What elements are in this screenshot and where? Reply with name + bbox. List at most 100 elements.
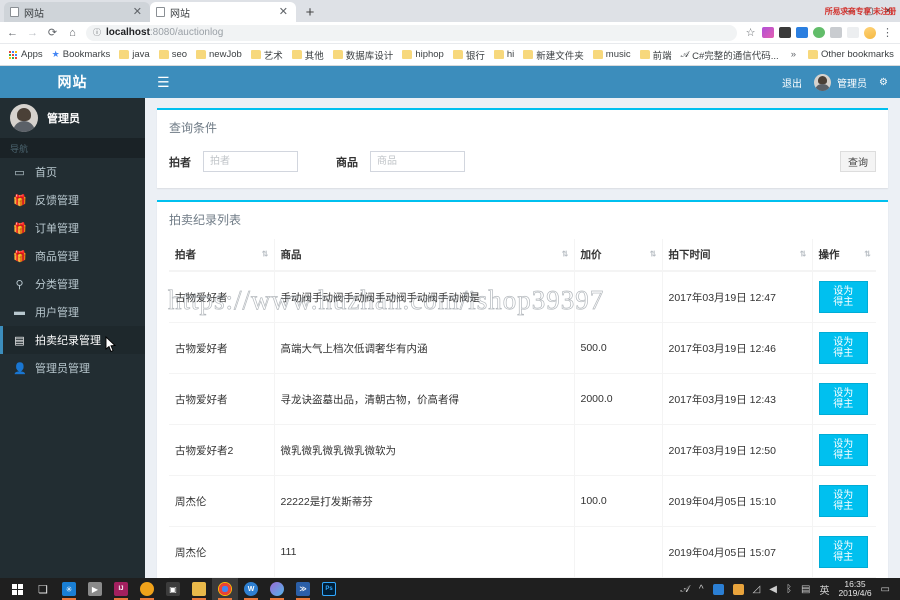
task-view-button[interactable]: ❏ <box>30 578 56 600</box>
update-icon[interactable] <box>732 583 744 595</box>
extension-icon-1[interactable] <box>762 27 774 38</box>
extension-icon-5[interactable] <box>830 27 842 38</box>
sidebar-item-users[interactable]: ▬ 用户管理 <box>0 298 145 326</box>
sidebar-item-orders[interactable]: 🎁 订单管理 <box>0 214 145 242</box>
taskbar-app-powershell[interactable]: ≫ <box>290 578 316 600</box>
profile-avatar[interactable] <box>864 26 876 39</box>
admin-app: 网站 管理员 导航 ▭ 首页 🎁 反馈管理 🎁 订单管理 🎁 商品管理 ⚲ 分类… <box>0 66 900 578</box>
cell-time: 2019年04月05日 15:10 <box>662 475 813 527</box>
chrome-menu-icon[interactable]: ⋮ <box>881 26 894 39</box>
bookmark-seo[interactable]: seo <box>156 48 190 61</box>
home-icon[interactable]: ⌂ <box>66 27 79 39</box>
ime-icon[interactable]: 英 <box>819 582 829 597</box>
bluetooth-icon[interactable]: ᛒ <box>786 584 792 595</box>
chevron-up-icon[interactable]: ^ <box>699 584 704 595</box>
sort-icon[interactable]: ⇅ <box>262 250 269 258</box>
extension-icon-3[interactable] <box>796 27 808 38</box>
sort-icon[interactable]: ⇅ <box>650 250 657 258</box>
taskbar-app-messenger[interactable]: ✳ <box>56 578 82 600</box>
bookmark-star-icon[interactable]: ☆ <box>744 26 757 39</box>
address-bar[interactable]: ⓘ localhost:8080/auctionlog <box>86 24 737 41</box>
onedrive-icon[interactable] <box>712 583 724 595</box>
bookmarks-overflow-icon[interactable]: » <box>785 49 802 60</box>
taskbar-app-tencent[interactable] <box>134 578 160 600</box>
site-logo[interactable]: 网站 <box>0 66 145 98</box>
topbar-user-menu[interactable]: 管理员 <box>814 73 867 91</box>
pen-icon[interactable]: 𝒜 <box>680 584 689 595</box>
extension-icon-6[interactable] <box>847 27 859 38</box>
taskbar-app-chrome[interactable] <box>212 578 238 600</box>
bookmark-csharp[interactable]: 𝒜 C#完整的通信代码... <box>678 47 782 63</box>
column-header-bid[interactable]: 加价 ⇅ <box>574 239 663 272</box>
volume-icon[interactable]: ◀ <box>769 584 777 595</box>
site-info-icon[interactable]: ⓘ <box>93 27 101 38</box>
close-icon[interactable]: ✕ <box>131 6 144 18</box>
new-tab-button[interactable]: + <box>300 2 320 22</box>
bookmark-apps[interactable]: Apps <box>5 48 46 61</box>
notifications-icon[interactable]: ▭ <box>881 584 890 595</box>
cell-bidder: 古物爱好者 <box>169 373 275 425</box>
browser-tab-2[interactable]: 网站 ✕ <box>150 2 296 22</box>
sort-icon[interactable]: ⇅ <box>562 250 569 258</box>
extension-icon-2[interactable] <box>779 27 791 38</box>
sort-icon[interactable]: ⇅ <box>800 250 807 258</box>
taskbar-app-wechat[interactable]: W <box>238 578 264 600</box>
sidebar-item-categories[interactable]: ⚲ 分类管理 <box>0 270 145 298</box>
sidebar-item-feedback[interactable]: 🎁 反馈管理 <box>0 186 145 214</box>
taskbar-app-photoshop[interactable]: Ps <box>316 578 342 600</box>
product-input[interactable] <box>370 151 465 172</box>
bookmark-other[interactable]: 其他 <box>289 47 327 63</box>
clock[interactable]: 16:35 2019/4/6 <box>838 580 871 598</box>
sidebar-item-products[interactable]: 🎁 商品管理 <box>0 242 145 270</box>
bookmark-art[interactable]: 艺术 <box>248 47 286 63</box>
logout-link[interactable]: 退出 <box>782 75 802 90</box>
column-header-bidder[interactable]: 拍者 ⇅ <box>169 239 275 272</box>
taskbar-app-edge[interactable] <box>264 578 290 600</box>
set-winner-button[interactable]: 设为得主 <box>818 434 868 466</box>
sidebar-item-auction-records[interactable]: ▤ 拍卖纪录管理 <box>0 326 145 354</box>
cell-time: 2019年04月05日 15:07 <box>662 526 813 578</box>
bookmark-music[interactable]: music <box>590 48 634 61</box>
bookmark-bank[interactable]: 银行 <box>450 47 488 63</box>
column-header-product[interactable]: 商品 ⇅ <box>274 239 575 272</box>
gear-icon[interactable]: ⚙ <box>879 77 888 88</box>
sidebar-toggle-icon[interactable]: ☰ <box>157 75 170 89</box>
set-winner-button[interactable]: 设为得主 <box>818 281 868 313</box>
forward-icon[interactable]: → <box>26 27 39 39</box>
taskbar-app-video-editor[interactable]: ▣ <box>160 578 186 600</box>
keyboard-icon[interactable]: ▤ <box>801 584 810 595</box>
auction-records-table: 拍者 ⇅ 商品 ⇅ 加价 ⇅ 拍下时间 ⇅ 操作 ⇅ 古物爱好者 手动阀手动阀手… <box>169 239 876 578</box>
bookmark-hi[interactable]: hi <box>491 48 517 61</box>
bookmark-frontend[interactable]: 前端 <box>637 47 675 63</box>
browser-tab-1[interactable]: 网站 ✕ <box>4 2 150 22</box>
taskbar-app-jetbrains[interactable]: IJ <box>108 578 134 600</box>
column-header-time[interactable]: 拍下时间 ⇅ <box>662 239 813 272</box>
sort-icon[interactable]: ⇅ <box>864 250 871 258</box>
sidebar-item-admins[interactable]: 👤 管理员管理 <box>0 354 145 382</box>
cell-bid <box>574 526 663 578</box>
bookmark-java[interactable]: java <box>116 48 152 61</box>
set-winner-button[interactable]: 设为得主 <box>818 536 868 568</box>
wifi-icon[interactable]: ◿ <box>753 584 761 595</box>
search-button[interactable]: 查询 <box>840 151 876 172</box>
bookmark-newjob[interactable]: newJob <box>193 48 245 61</box>
close-icon[interactable]: ✕ <box>277 6 290 18</box>
column-header-action[interactable]: 操作 ⇅ <box>812 239 876 272</box>
set-winner-button[interactable]: 设为得主 <box>818 485 868 517</box>
set-winner-button[interactable]: 设为得主 <box>818 383 868 415</box>
bookmark-hiphop[interactable]: hiphop <box>399 48 447 61</box>
bookmark-db-design[interactable]: 数据库设计 <box>330 47 397 63</box>
bidder-input[interactable] <box>203 151 298 172</box>
set-winner-button[interactable]: 设为得主 <box>818 332 868 364</box>
taskbar-app-file-explorer[interactable] <box>186 578 212 600</box>
start-button[interactable] <box>4 578 30 600</box>
bookmark-bookmarks[interactable]: ★ Bookmarks <box>49 48 114 61</box>
bookmark-newfolder[interactable]: 新建文件夹 <box>520 47 587 63</box>
reload-icon[interactable]: ⟳ <box>46 26 59 39</box>
sidebar-user-panel[interactable]: 管理员 <box>0 98 145 138</box>
back-icon[interactable]: ← <box>6 27 19 39</box>
extension-icon-4[interactable] <box>813 27 825 38</box>
taskbar-app-media-player[interactable]: ▶ <box>82 578 108 600</box>
sidebar-item-home[interactable]: ▭ 首页 <box>0 158 145 186</box>
other-bookmarks[interactable]: Other bookmarks <box>805 48 897 61</box>
